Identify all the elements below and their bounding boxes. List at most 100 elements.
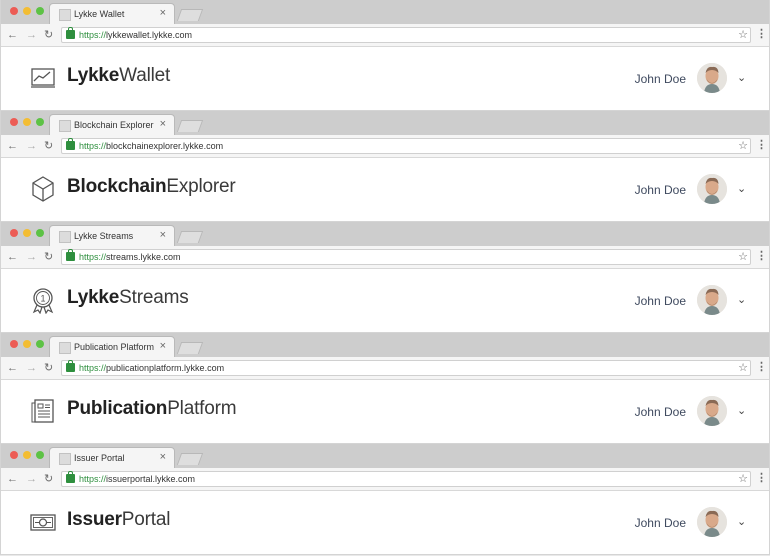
browser-menu-icon[interactable]: ⋮ <box>756 138 767 152</box>
forward-button[interactable]: → <box>26 472 37 486</box>
maximize-window-button[interactable] <box>36 451 44 459</box>
browser-tab[interactable]: Publication Platform × <box>49 336 175 357</box>
tab-bar: Blockchain Explorer × <box>1 111 769 135</box>
browser-menu-icon[interactable]: ⋮ <box>756 471 767 485</box>
maximize-window-button[interactable] <box>36 340 44 348</box>
favicon-icon <box>59 120 71 132</box>
app-title: PublicationPlatform <box>67 398 237 420</box>
forward-button[interactable]: → <box>26 361 37 375</box>
url-scheme: https:// <box>79 363 107 373</box>
chart-icon <box>31 68 55 88</box>
maximize-window-button[interactable] <box>36 229 44 237</box>
url-scheme: https:// <box>79 30 107 40</box>
user-name[interactable]: John Doe <box>635 183 686 197</box>
lock-icon <box>66 360 75 372</box>
browser-menu-icon[interactable]: ⋮ <box>756 360 767 374</box>
new-tab-button[interactable] <box>176 342 204 354</box>
reload-button[interactable]: ↻ <box>44 361 53 375</box>
tab-close-icon[interactable]: × <box>160 229 166 241</box>
browser-toolbar: ← → ↻ https://issuerportal.lykke.com ☆ ⋮ <box>1 468 769 491</box>
avatar[interactable] <box>697 63 727 93</box>
minimize-window-button[interactable] <box>23 451 31 459</box>
user-name[interactable]: John Doe <box>635 405 686 419</box>
app-title-light: Streams <box>119 287 189 308</box>
close-window-button[interactable] <box>10 229 18 237</box>
app-title-light: Portal <box>121 509 171 530</box>
maximize-window-button[interactable] <box>36 118 44 126</box>
bookmark-star-icon[interactable]: ☆ <box>738 250 748 264</box>
minimize-window-button[interactable] <box>23 7 31 15</box>
bookmark-star-icon[interactable]: ☆ <box>738 139 748 153</box>
forward-button[interactable]: → <box>26 139 37 153</box>
chevron-down-icon[interactable]: ⌄ <box>737 182 746 195</box>
reload-button[interactable]: ↻ <box>44 250 53 264</box>
close-window-button[interactable] <box>10 118 18 126</box>
tab-close-icon[interactable]: × <box>160 118 166 130</box>
browser-tab[interactable]: Blockchain Explorer × <box>49 114 175 135</box>
favicon-icon <box>59 9 71 21</box>
user-name[interactable]: John Doe <box>635 294 686 308</box>
minimize-window-button[interactable] <box>23 229 31 237</box>
url-text: https://lykkewallet.lykke.com <box>79 29 192 41</box>
chevron-down-icon[interactable]: ⌄ <box>737 293 746 306</box>
tab-close-icon[interactable]: × <box>160 451 166 463</box>
tab-close-icon[interactable]: × <box>160 340 166 352</box>
forward-button[interactable]: → <box>26 250 37 264</box>
new-tab-button[interactable] <box>176 231 204 243</box>
url-host: blockchainexplorer.lykke.com <box>106 141 224 151</box>
back-button[interactable]: ← <box>7 28 18 42</box>
app-title: BlockchainExplorer <box>67 176 236 198</box>
avatar[interactable] <box>697 174 727 204</box>
browser-tab[interactable]: Lykke Streams × <box>49 225 175 246</box>
browser-menu-icon[interactable]: ⋮ <box>756 249 767 263</box>
minimize-window-button[interactable] <box>23 340 31 348</box>
close-window-button[interactable] <box>10 451 18 459</box>
bookmark-star-icon[interactable]: ☆ <box>738 361 748 375</box>
tab-title: Blockchain Explorer <box>74 120 154 130</box>
lock-icon <box>66 471 75 483</box>
minimize-window-button[interactable] <box>23 118 31 126</box>
close-window-button[interactable] <box>10 340 18 348</box>
address-bar[interactable]: https://lykkewallet.lykke.com ☆ <box>61 27 751 43</box>
browser-tab[interactable]: Issuer Portal × <box>49 447 175 468</box>
reload-button[interactable]: ↻ <box>44 28 53 42</box>
tab-close-icon[interactable]: × <box>160 7 166 19</box>
reload-button[interactable]: ↻ <box>44 472 53 486</box>
bookmark-star-icon[interactable]: ☆ <box>738 472 748 486</box>
url-text: https://streams.lykke.com <box>79 251 181 263</box>
chevron-down-icon[interactable]: ⌄ <box>737 515 746 528</box>
address-bar[interactable]: https://streams.lykke.com ☆ <box>61 249 751 265</box>
back-button[interactable]: ← <box>7 139 18 153</box>
browser-tab[interactable]: Lykke Wallet × <box>49 3 175 24</box>
app-title: LykkeStreams <box>67 287 189 309</box>
maximize-window-button[interactable] <box>36 7 44 15</box>
browser-window-blockchain-explorer: Blockchain Explorer × ← → ↻ https://bloc… <box>0 111 770 222</box>
browser-window-publication-platform: Publication Platform × ← → ↻ https://pub… <box>0 333 770 444</box>
address-bar[interactable]: https://issuerportal.lykke.com ☆ <box>61 471 751 487</box>
user-name[interactable]: John Doe <box>635 72 686 86</box>
chevron-down-icon[interactable]: ⌄ <box>737 71 746 84</box>
app-title-bold: Blockchain <box>67 176 167 197</box>
new-tab-button[interactable] <box>176 120 204 132</box>
avatar[interactable] <box>697 507 727 537</box>
back-button[interactable]: ← <box>7 250 18 264</box>
bookmark-star-icon[interactable]: ☆ <box>738 28 748 42</box>
user-name[interactable]: John Doe <box>635 516 686 530</box>
app-header: PublicationPlatform John Doe ⌄ <box>1 380 769 443</box>
close-window-button[interactable] <box>10 7 18 15</box>
avatar[interactable] <box>697 396 727 426</box>
address-bar[interactable]: https://blockchainexplorer.lykke.com ☆ <box>61 138 751 154</box>
new-tab-button[interactable] <box>176 453 204 465</box>
new-tab-button[interactable] <box>176 9 204 21</box>
browser-menu-icon[interactable]: ⋮ <box>756 27 767 41</box>
back-button[interactable]: ← <box>7 472 18 486</box>
document-icon <box>31 399 54 423</box>
url-host: lykkewallet.lykke.com <box>106 30 193 40</box>
browser-toolbar: ← → ↻ https://lykkewallet.lykke.com ☆ ⋮ <box>1 24 769 47</box>
back-button[interactable]: ← <box>7 361 18 375</box>
address-bar[interactable]: https://publicationplatform.lykke.com ☆ <box>61 360 751 376</box>
chevron-down-icon[interactable]: ⌄ <box>737 404 746 417</box>
avatar[interactable] <box>697 285 727 315</box>
reload-button[interactable]: ↻ <box>44 139 53 153</box>
forward-button[interactable]: → <box>26 28 37 42</box>
